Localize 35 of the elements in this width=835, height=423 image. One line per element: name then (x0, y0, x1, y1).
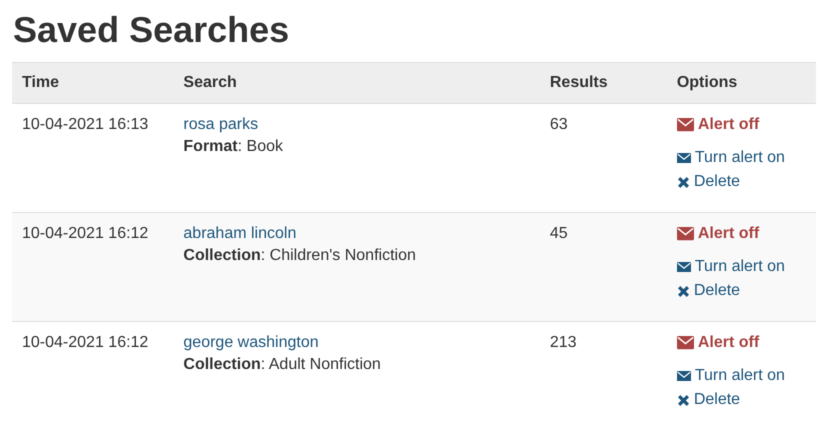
close-icon (676, 394, 690, 406)
delete-link[interactable]: Delete (676, 279, 740, 303)
filter-text: Collection: Children's Nonfiction (183, 246, 417, 266)
time-text: 10-04-2021 16:13 (22, 115, 150, 135)
page-title: Saved Searches (13, 8, 290, 52)
close-icon (676, 176, 690, 188)
delete-link[interactable]: Delete (676, 388, 740, 412)
toggle-alert-link[interactable]: Turn alert on (676, 364, 785, 388)
search-link[interactable]: george washington (183, 332, 319, 354)
envelope-icon (676, 152, 691, 164)
column-header: Time (12, 62, 174, 104)
envelope-icon (676, 370, 691, 382)
delete-link[interactable]: Delete (676, 170, 740, 194)
column-header: Results (540, 62, 667, 104)
alert-status: Alert off (676, 332, 760, 354)
envelope-icon (676, 262, 691, 272)
time-text: 10-04-2021 16:12 (22, 333, 150, 353)
column-header: Search (173, 62, 540, 104)
filter-text: Collection: Adult Nonfiction (183, 355, 382, 375)
envelope-icon (676, 227, 694, 241)
results-count: 213 (550, 333, 578, 353)
alert-status: Alert off (676, 223, 760, 245)
column-header: Options (666, 62, 816, 104)
toggle-alert-link[interactable]: Turn alert on (676, 146, 785, 170)
search-link[interactable]: rosa parks (183, 114, 258, 136)
close-icon (676, 284, 690, 298)
results-count: 63 (550, 115, 569, 135)
search-link[interactable]: abraham lincoln (183, 223, 296, 245)
filter-text: Format: Book (183, 137, 284, 157)
time-text: 10-04-2021 16:12 (22, 224, 150, 244)
envelope-icon (676, 336, 694, 350)
envelope-icon (676, 118, 694, 132)
alert-status: Alert off (676, 114, 760, 136)
toggle-alert-link[interactable]: Turn alert on (676, 255, 785, 279)
results-count: 45 (550, 224, 569, 244)
